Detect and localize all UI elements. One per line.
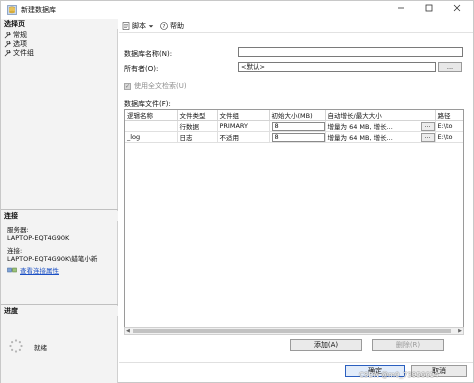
owner-label: 所有者(O): [124,65,159,73]
autogrowth-text: 增量为 64 MB, 增长... [327,134,393,142]
fulltext-checkbox-row[interactable]: ✓ 使用全文检索(U) [124,81,187,91]
page-item-label: 常规 [13,31,27,39]
owner-input[interactable]: <默认> [238,62,436,72]
select-page-header: 选择页 [1,19,118,29]
page-item-label: 文件组 [13,49,34,57]
divider [1,209,118,210]
horizontal-scrollbar[interactable]: ◀ ▶ [124,327,464,335]
help-label: 帮助 [170,21,184,30]
path-cell[interactable]: E:\to [435,131,463,143]
fulltext-checkbox[interactable]: ✓ [124,82,131,90]
initial-size-cell[interactable]: 8 [269,120,326,132]
column-header[interactable]: 初始大小(MB) [269,110,326,121]
db-name-label: 数据库名称(N): [124,50,173,58]
view-connection-properties-label: 查看连接属性 [20,267,59,275]
close-button[interactable] [443,1,471,19]
scrollbar-thumb[interactable] [133,329,451,333]
autogrowth-cell[interactable]: 增量为 64 MB, 增长...... [325,120,436,132]
progress-header: 进度 [1,306,118,316]
svg-text:?: ? [163,24,166,30]
script-icon [122,21,130,30]
close-icon [453,4,461,12]
server-label: 服务器: [7,226,29,234]
connection-value: LAPTOP-EQT4G90K\蜡笔小新 [7,255,98,263]
window-title: 新建数据库 [21,6,56,14]
autogrowth-edit-button[interactable]: ... [420,121,434,131]
progress-spinner-icon [9,339,23,353]
database-app-icon [7,5,17,15]
connection-header: 连接 [1,211,118,221]
wrench-icon [4,41,11,48]
page-item-general[interactable]: 常规 [4,31,27,40]
left-pane: 选择页 常规 选项 文件组 连接 服务器: LAPTOP-EQT4G90K 连接… [1,19,118,383]
column-header[interactable]: 逻辑名称 [125,110,178,121]
progress-status: 就绪 [34,344,47,352]
column-header[interactable]: 文件组 [217,110,270,121]
server-value: LAPTOP-EQT4G90K [7,234,70,242]
initial-size-cell[interactable]: 8 [269,131,326,143]
connection-label: 连接: [7,247,23,255]
db-files-grid: 逻辑名称 文件类型 文件组 初始大小(MB) 自动增长/最大大小 路径 行数据 … [124,109,464,335]
autogrowth-edit-button[interactable]: ... [420,132,434,142]
fulltext-label: 使用全文检索(U) [134,82,187,90]
maximize-button[interactable] [415,1,443,19]
add-button[interactable]: 添加(A) [290,339,362,351]
db-name-input[interactable] [238,47,463,57]
scroll-right-icon[interactable]: ▶ [458,328,462,334]
table-row[interactable]: _log 日志 不适用 8 增量为 64 MB, 增长...... E:\to [125,131,463,143]
owner-browse-button[interactable]: ... [438,62,462,72]
initial-size-input[interactable]: 8 [271,132,324,142]
filegroup-cell[interactable]: PRIMARY [217,120,270,132]
maximize-icon [425,4,433,12]
filegroup-cell[interactable]: 不适用 [217,131,270,143]
db-files-label: 数据库文件(F): [124,100,171,108]
path-cell[interactable]: E:\to [435,120,463,132]
file-type-cell[interactable]: 日志 [177,131,218,143]
minimize-icon [398,7,404,9]
scroll-left-icon[interactable]: ◀ [126,328,130,334]
footer-divider [119,362,473,363]
title-bar: 新建数据库 [1,1,473,19]
help-icon: ? [160,21,168,30]
wrench-icon [4,50,11,57]
page-item-options[interactable]: 选项 [4,40,27,49]
script-button[interactable]: 脚本 [122,21,154,31]
initial-size-input[interactable]: 8 [271,121,324,131]
autogrowth-cell[interactable]: 增量为 64 MB, 增长...... [325,131,436,143]
page-item-label: 选项 [13,40,27,48]
toolbar: 脚本 ? 帮助 [119,19,473,33]
remove-button[interactable]: 删除(R) [372,339,444,351]
help-button[interactable]: ? 帮助 [160,21,184,31]
column-header[interactable]: 路径 [435,110,463,121]
view-connection-properties-link[interactable]: 查看连接属性 [7,265,59,275]
column-header[interactable]: 文件类型 [177,110,218,121]
wrench-icon [4,32,11,39]
logical-name-cell[interactable]: _log [125,131,178,143]
logical-name-cell[interactable] [125,120,178,132]
minimize-button[interactable] [387,1,415,19]
table-row[interactable]: 行数据 PRIMARY 8 增量为 64 MB, 增长...... E:\to [125,120,463,132]
watermark: CSDN @m0_73956614 [359,371,439,379]
column-header[interactable]: 自动增长/最大大小 [325,110,436,121]
new-database-window: 新建数据库 选择页 常规 选项 文件组 连接 服务器: LAPTOP-EQT4G… [0,0,474,383]
chevron-down-icon [148,24,154,27]
file-type-cell[interactable]: 行数据 [177,120,218,132]
connection-properties-icon [7,267,17,273]
grid-header-row: 逻辑名称 文件类型 文件组 初始大小(MB) 自动增长/最大大小 路径 [125,110,463,121]
autogrowth-text: 增量为 64 MB, 增长... [327,123,393,131]
script-label: 脚本 [132,21,146,30]
divider [1,304,118,305]
page-item-filegroups[interactable]: 文件组 [4,49,34,58]
